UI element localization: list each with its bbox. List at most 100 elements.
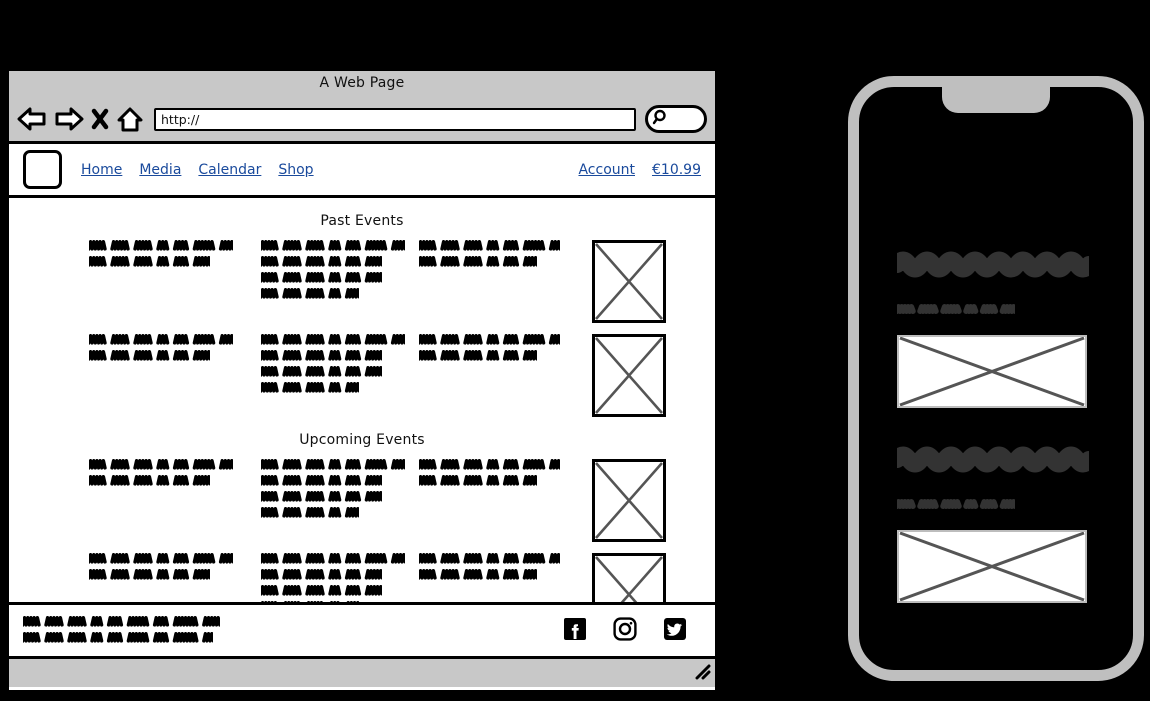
scribble-line [89, 240, 261, 251]
scribble-line [261, 553, 419, 564]
phone-content-block[interactable] [859, 247, 1133, 408]
scribble-line [261, 569, 419, 580]
scribble-line [89, 459, 261, 470]
scribble-line [261, 601, 419, 602]
scribble-line [419, 553, 569, 564]
event-row[interactable] [9, 323, 715, 417]
forward-arrow-icon[interactable] [54, 106, 84, 132]
image-placeholder-box [592, 240, 666, 323]
facebook-icon[interactable] [563, 617, 587, 645]
event-image-placeholder[interactable] [592, 553, 666, 602]
event-row[interactable] [9, 229, 715, 323]
scribble-line [419, 459, 569, 470]
scribble-line [419, 240, 569, 251]
phone-mockup [848, 76, 1144, 681]
image-placeholder-box [592, 334, 666, 417]
url-text: http:// [161, 111, 200, 127]
nav-item-home[interactable]: Home [81, 162, 122, 178]
event-text-column [419, 459, 569, 491]
url-bar[interactable]: http:// [154, 107, 636, 131]
scribble-line [89, 334, 261, 345]
site-footer [9, 602, 715, 656]
browser-titlebar: A Web Page [9, 71, 715, 97]
page-content: Past Events Upcoming Events [9, 198, 715, 602]
magnifier-icon [652, 108, 670, 130]
browser-toolbar: http:// [9, 97, 715, 144]
event-text-column [261, 553, 419, 602]
section-past-events: Past Events [9, 198, 715, 417]
scribble-line [23, 631, 220, 643]
browser-search-button[interactable] [645, 105, 707, 133]
scribble-line [261, 491, 419, 502]
browser-title: A Web Page [319, 75, 405, 91]
scribble-line [261, 272, 419, 283]
browser-nav-icons [17, 106, 144, 133]
event-text-column [419, 240, 569, 272]
social-links [563, 616, 701, 645]
scribble-line [23, 615, 220, 627]
site-header: Home Media Calendar Shop Account €10.99 [9, 144, 715, 198]
phone-subtext-scribble [859, 299, 1133, 318]
event-text-column [89, 334, 261, 366]
image-placeholder-box [592, 459, 666, 542]
scribble-line [261, 350, 419, 361]
scribble-line [261, 382, 419, 393]
phone-image-placeholder[interactable] [897, 530, 1087, 603]
scribble-line [89, 553, 261, 564]
event-text-column [261, 334, 419, 398]
scribble-line [261, 459, 419, 470]
image-placeholder-box [592, 553, 666, 602]
footer-text [23, 614, 220, 648]
scribble-line [261, 288, 419, 299]
stop-x-icon[interactable] [91, 106, 109, 132]
site-header-right: Account €10.99 [578, 162, 701, 178]
phone-heading-scribble [859, 442, 1133, 481]
scribble-line [89, 569, 261, 580]
account-link[interactable]: Account [578, 162, 635, 178]
phone-heading-scribble [859, 247, 1133, 286]
event-row[interactable] [9, 448, 715, 542]
section-title: Upcoming Events [299, 432, 425, 448]
browser-statusbar [9, 656, 715, 687]
scribble-line [261, 256, 419, 267]
nav-item-calendar[interactable]: Calendar [198, 162, 261, 178]
cart-price-link[interactable]: €10.99 [652, 162, 701, 178]
scribble-line [89, 350, 261, 361]
instagram-icon[interactable] [613, 616, 637, 645]
section-upcoming-events: Upcoming Events [9, 417, 715, 602]
event-row[interactable] [9, 542, 715, 602]
scribble-line [261, 475, 419, 486]
scribble-line [419, 350, 569, 361]
phone-notch [942, 87, 1050, 113]
event-text-column [89, 553, 261, 585]
section-title: Past Events [320, 213, 404, 229]
home-icon[interactable] [116, 106, 144, 133]
event-image-placeholder[interactable] [592, 334, 666, 417]
event-image-placeholder[interactable] [592, 459, 666, 542]
scribble-line [419, 256, 569, 267]
resize-grip-icon[interactable] [693, 662, 711, 684]
event-text-column [89, 240, 261, 272]
back-arrow-icon[interactable] [17, 106, 47, 132]
site-logo[interactable] [23, 150, 62, 189]
site-nav: Home Media Calendar Shop [81, 162, 314, 178]
scribble-line [261, 507, 419, 518]
scribble-line [89, 475, 261, 486]
event-text-column [419, 334, 569, 366]
nav-item-media[interactable]: Media [139, 162, 181, 178]
scribble-line [261, 240, 419, 251]
phone-image-placeholder[interactable] [897, 335, 1087, 408]
scribble-line [261, 366, 419, 377]
scribble-line [419, 569, 569, 580]
event-image-placeholder[interactable] [592, 240, 666, 323]
scribble-line [261, 585, 419, 596]
browser-window: A Web Page http:// Home Media Calendar S… [6, 68, 718, 693]
nav-item-shop[interactable]: Shop [278, 162, 313, 178]
scribble-line [419, 475, 569, 486]
phone-content-block[interactable] [859, 442, 1133, 603]
scribble-line [89, 256, 261, 267]
twitter-icon[interactable] [663, 617, 687, 645]
scribble-line [261, 334, 419, 345]
scribble-line [419, 334, 569, 345]
phone-subtext-scribble [859, 494, 1133, 513]
